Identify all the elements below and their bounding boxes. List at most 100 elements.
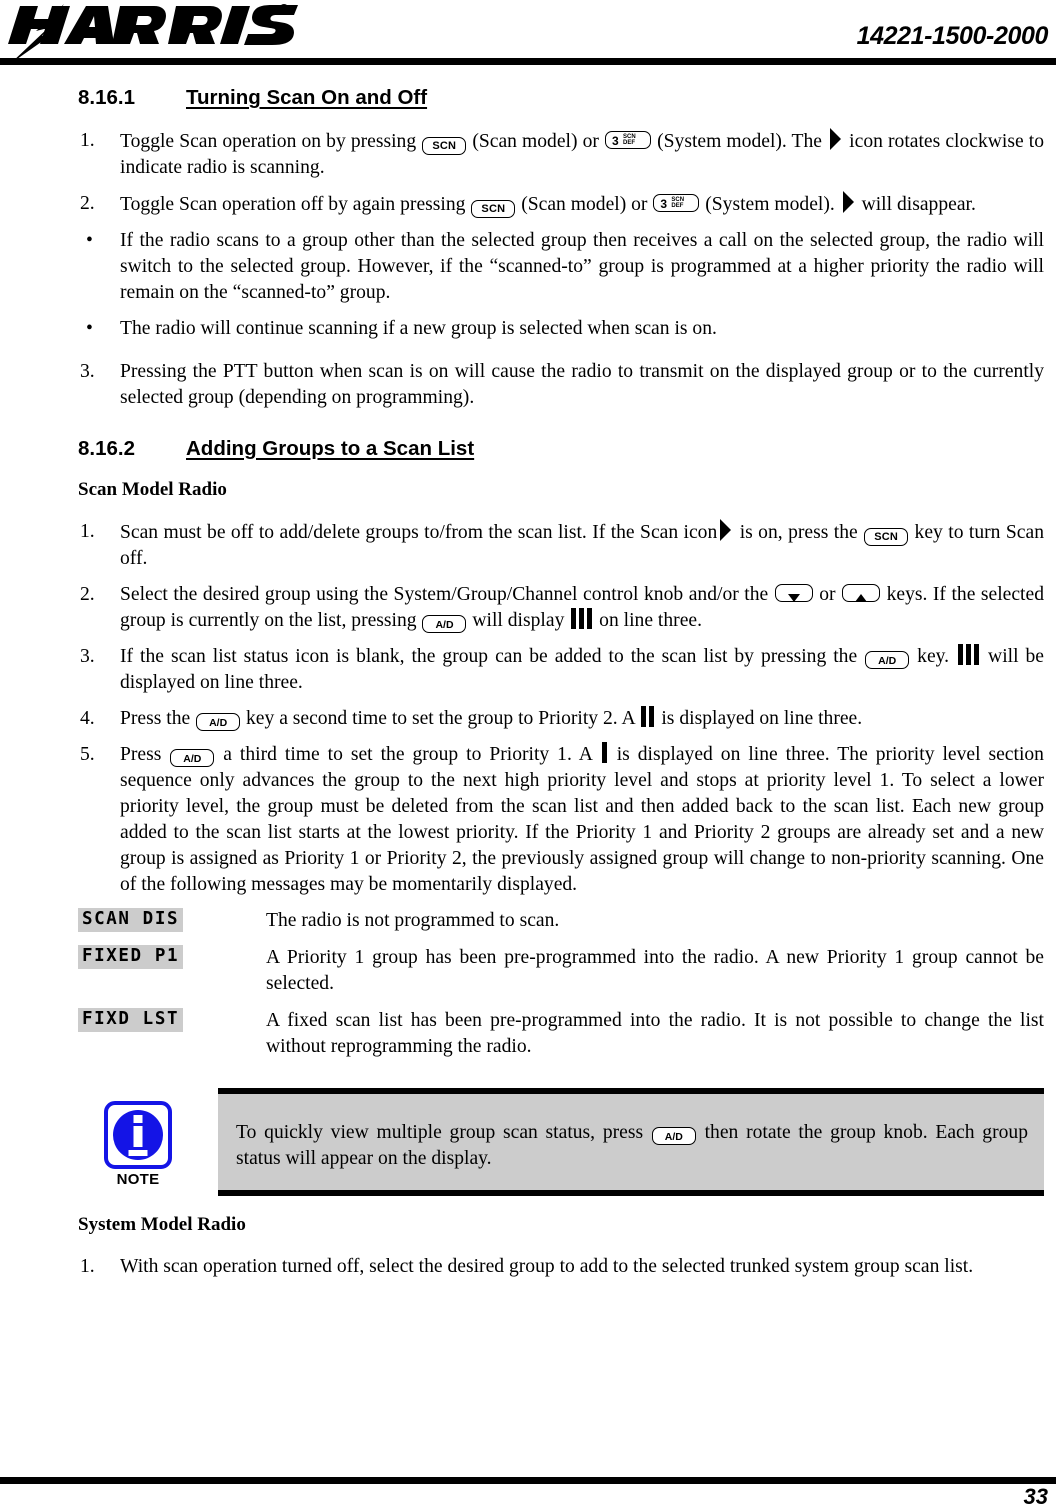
list-item: 2. Toggle Scan operation off by again pre…: [78, 190, 1044, 218]
note-panel: To quickly view multiple group scan stat…: [218, 1087, 1044, 1196]
scn-key-icon: SCN: [864, 527, 909, 546]
table-row: FIXED P1 A Priority 1 group has been pre…: [78, 944, 1044, 1008]
step-text: key.: [910, 645, 957, 667]
harris-logo: [8, 2, 298, 64]
scan-rotate-icon: [829, 127, 842, 150]
bullet-text: The radio will continue scanning if a ne…: [120, 317, 717, 339]
note-icon-frame: [104, 1100, 172, 1169]
ad-key-icon: A/D: [170, 749, 215, 768]
priority-one-bar-icon: [601, 741, 607, 763]
step-text: Select the desired group using the Syste…: [120, 583, 774, 605]
step-text: (Scan model) or: [516, 193, 653, 215]
section-heading-8-16-2: 8.16.2 Adding Groups to a Scan List: [78, 437, 1044, 462]
ptt-step: 3. Pressing the PTT button when scan is o…: [78, 359, 1044, 411]
list-item: • The radio will continue scanning if a n…: [78, 316, 1044, 342]
header-rule: [0, 58, 1056, 65]
list-marker: 2.: [80, 192, 95, 214]
scan-model-steps: 1. Scan must be off to add/delete groups …: [78, 518, 1044, 898]
scan-rotate-icon: [842, 190, 855, 213]
bullet-text: If the radio scans to a group other than…: [120, 229, 1044, 303]
step-text: Press: [120, 743, 170, 765]
message-description: A Priority 1 group has been pre-programm…: [266, 946, 1044, 994]
list-item: 4. Press the A/D key a second time to set…: [78, 705, 1044, 732]
step-text: a third time to set the group to Priorit…: [215, 743, 600, 765]
display-messages-table: SCAN DIS The radio is not programmed to …: [78, 907, 1044, 1071]
list-item: 5. Press A/D a third time to set the grou…: [78, 741, 1044, 898]
bullet-glyph: •: [86, 229, 93, 251]
scan-list-three-bars-icon: [958, 643, 980, 665]
scan-rotate-icon: [719, 518, 732, 541]
step-text: is displayed on line three.: [656, 707, 863, 729]
step-text: (Scan model) or: [467, 130, 605, 152]
ad-key-icon: A/D: [651, 1127, 696, 1146]
scan-behavior-bullets: • If the radio scans to a group other tha…: [78, 228, 1044, 342]
note-text-a: To quickly view multiple group scan stat…: [236, 1121, 651, 1143]
list-item: 3. Pressing the PTT button when scan is o…: [78, 359, 1044, 411]
step-text: key a second time to set the group to Pr…: [241, 707, 640, 729]
message-description: The radio is not programmed to scan.: [266, 909, 560, 931]
step-text: Toggle Scan operation off by again press…: [120, 193, 471, 215]
step-text: Toggle Scan operation on by pressing: [120, 130, 422, 152]
list-marker: 1.: [80, 520, 95, 542]
bullet-glyph: •: [86, 317, 93, 339]
ad-key-icon: A/D: [196, 713, 241, 732]
note-icon: NOTE: [96, 1100, 180, 1193]
info-i-stem: [133, 1125, 143, 1147]
priority-two-bars-icon: [641, 705, 655, 727]
table-row: FIXD LST A fixed scan list has been pre-…: [78, 1007, 1044, 1071]
list-item: • If the radio scans to a group other tha…: [78, 228, 1044, 306]
ad-key-icon: A/D: [865, 651, 910, 670]
list-marker: 1.: [80, 1255, 95, 1277]
list-marker: 1.: [80, 129, 95, 151]
step-text: or: [813, 583, 842, 605]
down-arrow-key-icon: [774, 583, 813, 602]
info-i-base: [128, 1149, 148, 1156]
document-page: 14221-1500-2000 8.16.1 Turning Scan On an…: [0, 0, 1056, 1510]
message-description: A fixed scan list has been pre-programme…: [266, 1009, 1044, 1057]
section-number: 8.16.2: [78, 436, 135, 460]
step-text: is displayed on line three. The priority…: [120, 743, 1044, 895]
step-text: will disappear.: [856, 193, 976, 215]
up-arrow-key-icon: [842, 583, 881, 602]
lcd-message: SCAN DIS: [78, 907, 184, 932]
list-item: 1. Toggle Scan operation on by pressing S…: [78, 127, 1044, 181]
step-text: on line three.: [594, 609, 702, 631]
step-text: (System model). The: [652, 130, 828, 152]
document-number: 14221-1500-2000: [856, 22, 1049, 50]
list-marker: 5.: [80, 743, 95, 765]
page-number: 33: [1023, 1484, 1048, 1509]
step-text: If the scan list status icon is blank, t…: [120, 645, 865, 667]
step-text: Pressing the PTT button when scan is on …: [120, 360, 1044, 408]
step-text: Press the: [120, 707, 196, 729]
ad-key-icon: A/D: [422, 615, 467, 634]
info-i-dot: [133, 1114, 143, 1123]
list-item: 1. With scan operation turned off, select…: [78, 1254, 1044, 1280]
list-marker: 2.: [80, 583, 95, 605]
list-item: 2. Select the desired group using the Sys…: [78, 582, 1044, 634]
scan-toggle-steps: 1. Toggle Scan operation on by pressing S…: [78, 127, 1044, 218]
list-item: 3. If the scan list status icon is blank,…: [78, 643, 1044, 696]
scn-key-icon: SCN: [471, 199, 516, 218]
system-model-steps: 1. With scan operation turned off, select…: [78, 1254, 1044, 1280]
system-scn-key-icon: 3 SCN DEF: [653, 193, 700, 212]
lcd-message: FIXED P1: [78, 944, 184, 969]
section-number: 8.16.1: [78, 86, 135, 109]
step-text: will display: [467, 609, 570, 631]
lcd-message: FIXD LST: [78, 1007, 184, 1032]
page-content: 8.16.1 Turning Scan On and Off 1. Toggle S…: [78, 86, 1044, 1280]
note-label: NOTE: [116, 1170, 160, 1188]
list-marker: 3.: [80, 645, 95, 667]
step-text: is on, press the: [734, 521, 864, 543]
step-text: Scan must be off to add/delete groups to…: [120, 521, 718, 543]
scn-key-icon: SCN: [422, 136, 467, 155]
step-text: With scan operation turned off, select t…: [120, 1255, 974, 1277]
step-text: (System model).: [700, 193, 840, 215]
section-title: Adding Groups to a Scan List: [186, 436, 475, 460]
section-heading-8-16-1: 8.16.1 Turning Scan On and Off: [78, 86, 1044, 111]
note-text: To quickly view multiple group scan stat…: [218, 1094, 1044, 1172]
footer-rule: [0, 1477, 1056, 1484]
list-marker: 4.: [80, 707, 95, 729]
section-title: Turning Scan On and Off: [186, 86, 428, 109]
list-marker: 3.: [80, 360, 95, 382]
note-callout: NOTE To quickly view multiple group scan…: [78, 1087, 1044, 1196]
